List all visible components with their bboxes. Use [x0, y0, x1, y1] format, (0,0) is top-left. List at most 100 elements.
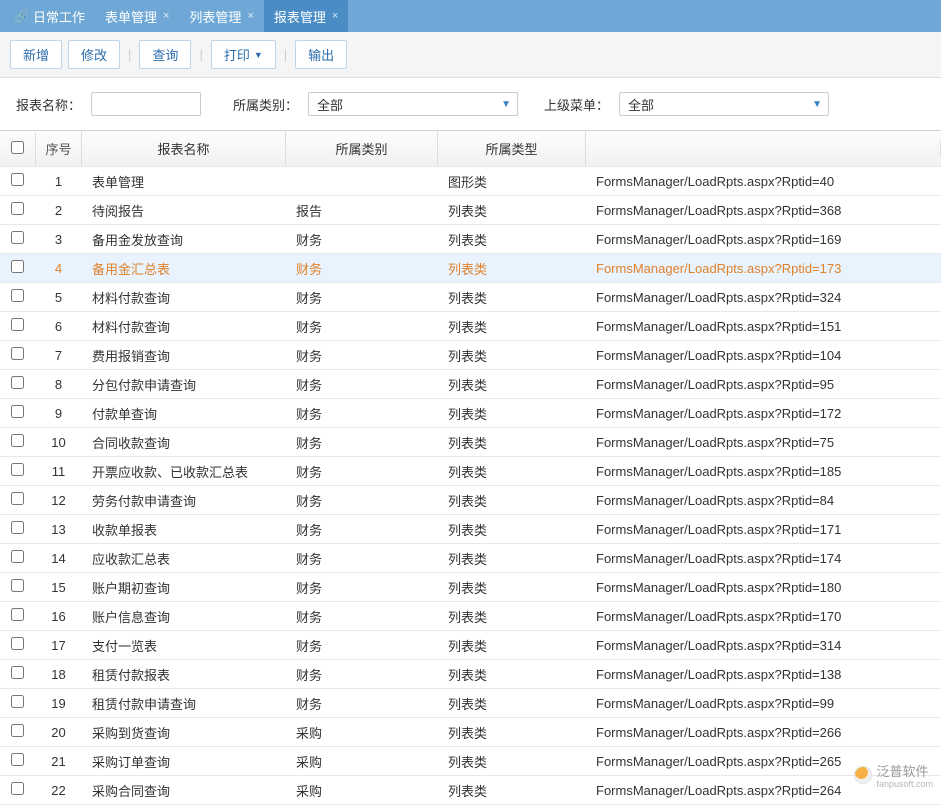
row-name: 账户期初查询 — [82, 572, 286, 603]
menu-combo[interactable]: 全部 ▼ — [619, 92, 829, 116]
table-row[interactable]: 13收款单报表财务列表类FormsManager/LoadRpts.aspx?R… — [0, 515, 941, 544]
row-category: 财务 — [286, 224, 438, 255]
table-row[interactable]: 10合同收款查询财务列表类FormsManager/LoadRpts.aspx?… — [0, 428, 941, 457]
row-type: 列表类 — [438, 282, 586, 313]
row-type: 列表类 — [438, 311, 586, 342]
table-row[interactable]: 22采购合同查询采购列表类FormsManager/LoadRpts.aspx?… — [0, 776, 941, 805]
row-url: FormsManager/LoadRpts.aspx?Rptid=314 — [586, 632, 941, 659]
row-category: 财务 — [286, 688, 438, 719]
export-button[interactable]: 输出 — [295, 40, 347, 69]
row-category: 采购 — [286, 746, 438, 777]
table-row[interactable]: 20采购到货查询采购列表类FormsManager/LoadRpts.aspx?… — [0, 718, 941, 747]
row-seq: 17 — [36, 632, 82, 659]
table-row[interactable]: 14应收款汇总表财务列表类FormsManager/LoadRpts.aspx?… — [0, 544, 941, 573]
table-row[interactable]: 4备用金汇总表财务列表类FormsManager/LoadRpts.aspx?R… — [0, 254, 941, 283]
row-type: 列表类 — [438, 717, 586, 748]
table-row[interactable]: 18租赁付款报表财务列表类FormsManager/LoadRpts.aspx?… — [0, 660, 941, 689]
row-checkbox[interactable] — [11, 782, 24, 795]
row-checkbox[interactable] — [11, 637, 24, 650]
row-checkbox[interactable] — [11, 521, 24, 534]
row-checkbox[interactable] — [11, 347, 24, 360]
chevron-down-icon: ▼ — [501, 99, 511, 110]
close-icon[interactable]: × — [163, 10, 169, 22]
row-url: FormsManager/LoadRpts.aspx?Rptid=264 — [586, 777, 941, 804]
row-type: 列表类 — [438, 456, 586, 487]
print-button[interactable]: 打印 ▼ — [211, 40, 276, 69]
row-checkbox[interactable] — [11, 202, 24, 215]
row-checkbox[interactable] — [11, 231, 24, 244]
table-row[interactable]: 17支付一览表财务列表类FormsManager/LoadRpts.aspx?R… — [0, 631, 941, 660]
row-name: 劳务付款申请查询 — [82, 485, 286, 516]
row-checkbox[interactable] — [11, 492, 24, 505]
header-url[interactable] — [586, 141, 941, 157]
tab-1[interactable]: 表单管理× — [95, 0, 179, 32]
select-all-checkbox[interactable] — [11, 141, 24, 154]
row-seq: 11 — [36, 458, 82, 485]
row-checkbox[interactable] — [11, 434, 24, 447]
new-button[interactable]: 新增 — [10, 40, 62, 69]
row-checkbox[interactable] — [11, 376, 24, 389]
row-checkbox[interactable] — [11, 405, 24, 418]
table-row[interactable]: 9付款单查询财务列表类FormsManager/LoadRpts.aspx?Rp… — [0, 399, 941, 428]
row-checkbox[interactable] — [11, 173, 24, 186]
tab-2[interactable]: 列表管理 × — [179, 0, 263, 32]
header-category[interactable]: 所属类别 — [286, 131, 438, 166]
header-name[interactable]: 报表名称 — [82, 131, 286, 166]
table-row[interactable]: 15账户期初查询财务列表类FormsManager/LoadRpts.aspx?… — [0, 573, 941, 602]
row-checkbox[interactable] — [11, 753, 24, 766]
row-seq: 20 — [36, 719, 82, 746]
close-icon[interactable]: × — [247, 10, 253, 22]
row-checkbox[interactable] — [11, 608, 24, 621]
row-name: 采购到货查询 — [82, 717, 286, 748]
report-name-input[interactable] — [91, 92, 201, 116]
row-name: 应收款汇总表 — [82, 543, 286, 574]
row-checkbox[interactable] — [11, 289, 24, 302]
edit-button[interactable]: 修改 — [68, 40, 120, 69]
row-seq: 14 — [36, 545, 82, 572]
row-checkbox[interactable] — [11, 666, 24, 679]
table-row[interactable]: 7费用报销查询财务列表类FormsManager/LoadRpts.aspx?R… — [0, 341, 941, 370]
row-category: 财务 — [286, 369, 438, 400]
table-row[interactable]: 16账户信息查询财务列表类FormsManager/LoadRpts.aspx?… — [0, 602, 941, 631]
query-button[interactable]: 查询 — [139, 40, 191, 69]
table-row[interactable]: 5材料付款查询财务列表类FormsManager/LoadRpts.aspx?R… — [0, 283, 941, 312]
tab-0[interactable]: 🔗日常工作 — [4, 0, 95, 32]
row-checkbox[interactable] — [11, 695, 24, 708]
table-row[interactable]: 6材料付款查询财务列表类FormsManager/LoadRpts.aspx?R… — [0, 312, 941, 341]
tab-label: 日常工作 — [33, 7, 85, 26]
row-url: FormsManager/LoadRpts.aspx?Rptid=171 — [586, 516, 941, 543]
table-row[interactable]: 8分包付款申请查询财务列表类FormsManager/LoadRpts.aspx… — [0, 370, 941, 399]
category-combo-value: 全部 — [317, 95, 343, 114]
header-type[interactable]: 所属类型 — [438, 131, 586, 166]
header-seq[interactable]: 序号 — [36, 131, 82, 166]
table-row[interactable]: 11开票应收款、已收款汇总表财务列表类FormsManager/LoadRpts… — [0, 457, 941, 486]
row-url: FormsManager/LoadRpts.aspx?Rptid=324 — [586, 284, 941, 311]
row-url: FormsManager/LoadRpts.aspx?Rptid=266 — [586, 719, 941, 746]
row-seq: 4 — [36, 255, 82, 282]
row-checkbox[interactable] — [11, 550, 24, 563]
table-row[interactable]: 21采购订单查询采购列表类FormsManager/LoadRpts.aspx?… — [0, 747, 941, 776]
row-type: 列表类 — [438, 340, 586, 371]
row-checkbox[interactable] — [11, 260, 24, 273]
row-checkbox[interactable] — [11, 724, 24, 737]
category-combo[interactable]: 全部 ▼ — [308, 92, 518, 116]
table-row[interactable]: 3备用金发放查询财务列表类FormsManager/LoadRpts.aspx?… — [0, 225, 941, 254]
row-seq: 13 — [36, 516, 82, 543]
tab-3[interactable]: 报表管理× — [264, 0, 348, 32]
row-name: 分包付款申请查询 — [82, 369, 286, 400]
row-checkbox[interactable] — [11, 579, 24, 592]
tab-label: 列表管理 — [189, 7, 241, 26]
row-url: FormsManager/LoadRpts.aspx?Rptid=151 — [586, 313, 941, 340]
table-row[interactable]: 19租赁付款申请查询财务列表类FormsManager/LoadRpts.asp… — [0, 689, 941, 718]
row-checkbox[interactable] — [11, 463, 24, 476]
row-checkbox[interactable] — [11, 318, 24, 331]
table-row[interactable]: 1表单管理图形类FormsManager/LoadRpts.aspx?Rptid… — [0, 167, 941, 196]
row-name: 收款单报表 — [82, 514, 286, 545]
row-type: 列表类 — [438, 572, 586, 603]
close-icon[interactable]: × — [332, 10, 338, 22]
row-category: 报告 — [286, 195, 438, 226]
row-name: 材料付款查询 — [82, 311, 286, 342]
table-row[interactable]: 2待阅报告报告列表类FormsManager/LoadRpts.aspx?Rpt… — [0, 196, 941, 225]
table-row[interactable]: 12劳务付款申请查询财务列表类FormsManager/LoadRpts.asp… — [0, 486, 941, 515]
row-checkbox-cell — [0, 370, 36, 398]
